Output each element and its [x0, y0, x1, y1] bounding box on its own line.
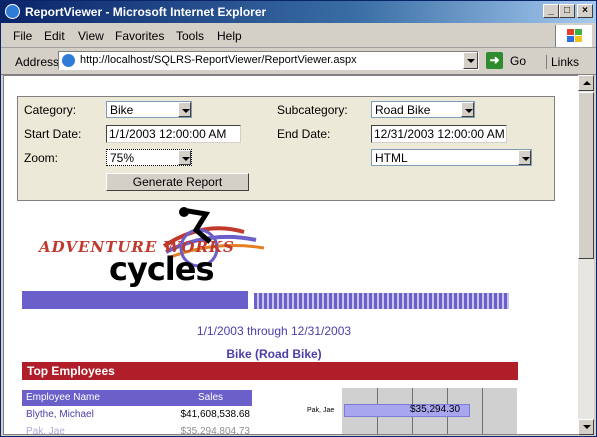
chevron-down-icon[interactable] — [518, 150, 531, 165]
address-url: http://localhost/SQLRS-ReportViewer/Repo… — [80, 54, 357, 66]
menu-edit[interactable]: Edit — [44, 29, 65, 43]
chevron-down-icon[interactable] — [178, 150, 191, 165]
column-header-sales: Sales — [198, 392, 224, 403]
end-date-label: End Date: — [277, 127, 331, 141]
sales-bar-chart: $35,294.30 — [342, 388, 517, 434]
address-bar: Address http://localhost/SQLRS-ReportVie… — [1, 48, 596, 75]
zoom-select[interactable]: 75% — [106, 149, 192, 166]
end-date-value: 12/31/2003 12:00:00 AM — [374, 127, 505, 141]
report-date-range: 1/1/2003 through 12/31/2003 — [196, 324, 352, 338]
scroll-down-button[interactable] — [578, 419, 594, 435]
chart-gridline — [482, 388, 483, 434]
page-content: Category: Bike Subcategory: Road Bike St… — [3, 75, 579, 435]
zoom-label: Zoom: — [24, 151, 59, 165]
title-bar[interactable]: ReportViewer - Microsoft Internet Explor… — [1, 1, 596, 23]
go-label: Go — [510, 54, 527, 68]
start-date-input[interactable]: 1/1/2003 12:00:00 AM — [106, 125, 241, 143]
menu-tools[interactable]: Tools — [176, 29, 204, 43]
category-select[interactable]: Bike — [106, 101, 192, 118]
header-band-left — [22, 291, 248, 309]
section-title: Top Employees — [27, 364, 115, 378]
go-arrow-icon: ➜ — [486, 52, 503, 69]
employee-name[interactable]: Blythe, Michael — [26, 409, 94, 420]
parameters-panel: Category: Bike Subcategory: Road Bike St… — [17, 96, 555, 201]
subcategory-value: Road Bike — [375, 103, 431, 117]
section-header-top-employees: Top Employees — [22, 362, 518, 380]
window-title: ReportViewer - Microsoft Internet Explor… — [25, 5, 267, 19]
menu-file[interactable]: File — [13, 29, 32, 43]
column-header-name: Employee Name — [26, 392, 100, 403]
links-button[interactable]: Links — [546, 55, 579, 69]
menu-bar: File Edit View Favorites Tools Help — [1, 24, 596, 48]
scroll-thumb[interactable] — [578, 92, 594, 259]
report-subtitle: Bike (Road Bike) — [226, 347, 322, 361]
address-label: Address — [15, 55, 60, 69]
zoom-value: 75% — [110, 151, 135, 165]
address-dropdown-button[interactable] — [463, 52, 478, 69]
start-date-label: Start Date: — [24, 127, 82, 141]
table-row: Blythe, Michael $41,608,538.68 — [22, 407, 252, 423]
chevron-down-icon[interactable] — [178, 102, 191, 117]
close-button[interactable]: × — [577, 4, 593, 18]
header-band-right — [254, 293, 509, 309]
vertical-scrollbar[interactable] — [578, 75, 594, 435]
category-value: Bike — [110, 103, 134, 117]
minimize-button[interactable]: _ — [543, 4, 559, 18]
chevron-down-icon[interactable] — [461, 102, 474, 117]
table-row: Pak, Jae $35,294,804.73 — [22, 424, 252, 435]
subcategory-select[interactable]: Road Bike — [371, 101, 475, 118]
logo-text-cycles: cycles — [109, 250, 215, 288]
chart-bar-label: $35,294.30 — [410, 404, 461, 415]
menu-favorites[interactable]: Favorites — [115, 29, 164, 43]
employee-name[interactable]: Pak, Jae — [26, 426, 65, 434]
format-value: HTML — [375, 151, 408, 165]
adventure-works-logo: ADVENTURE WORKS cycles — [34, 206, 274, 288]
employee-sales: $41,608,538.68 — [180, 409, 250, 420]
windows-flag-icon — [555, 25, 592, 47]
page-icon — [62, 54, 75, 67]
employee-sales: $35,294,804.73 — [180, 426, 250, 435]
menu-view[interactable]: View — [78, 29, 104, 43]
go-button[interactable]: ➜ Go — [486, 52, 534, 70]
maximize-button[interactable]: □ — [559, 4, 575, 18]
browser-window: ReportViewer - Microsoft Internet Explor… — [0, 0, 597, 437]
menu-help[interactable]: Help — [217, 29, 242, 43]
generate-report-button[interactable]: Generate Report — [106, 173, 249, 191]
end-date-input[interactable]: 12/31/2003 12:00:00 AM — [371, 125, 507, 143]
subcategory-label: Subcategory: — [277, 103, 348, 117]
ie-logo-icon — [5, 4, 20, 19]
address-input[interactable]: http://localhost/SQLRS-ReportViewer/Repo… — [58, 51, 479, 70]
scroll-up-button[interactable] — [578, 75, 594, 91]
employee-table-header: Employee Name Sales — [22, 390, 252, 406]
category-label: Category: — [24, 103, 77, 117]
start-date-value: 1/1/2003 12:00:00 AM — [109, 127, 227, 141]
format-select[interactable]: HTML — [371, 149, 532, 166]
chart-y-label: Pak, Jae — [307, 407, 335, 414]
